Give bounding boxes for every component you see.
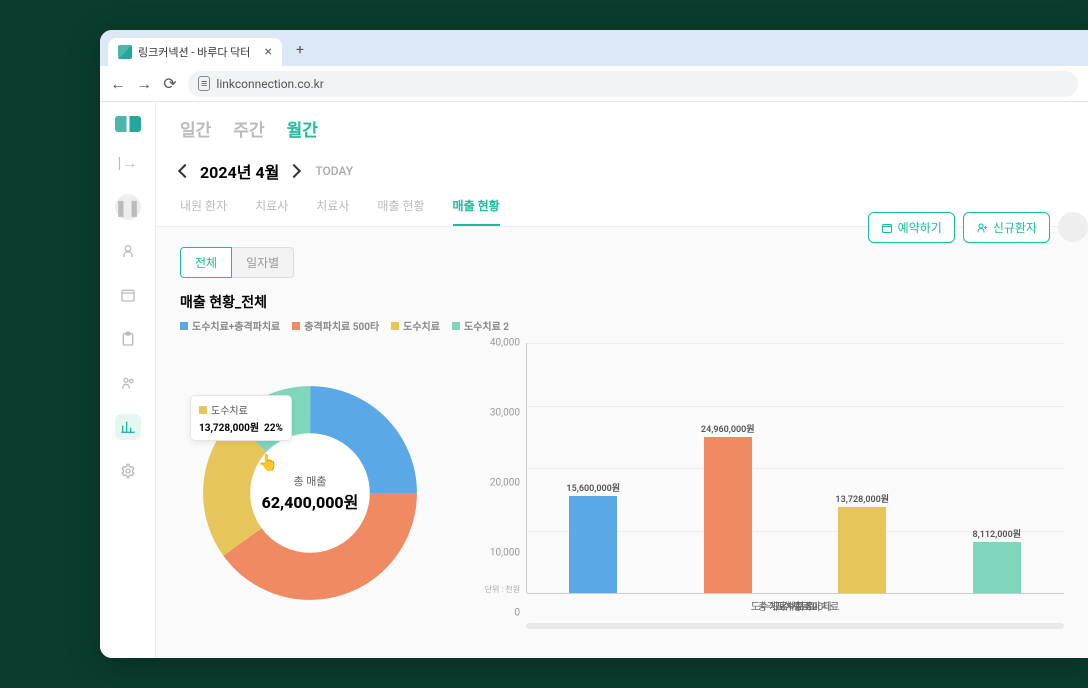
close-icon[interactable]: ×: [264, 44, 271, 60]
sidebar-item-analytics[interactable]: [115, 414, 141, 440]
subtab-therapist2[interactable]: 치료사: [316, 197, 349, 226]
browser-tab[interactable]: 링크커넥션 - 바루다 닥터 ×: [108, 38, 282, 66]
pointer-cursor-icon: 👆: [258, 453, 278, 472]
forward-icon[interactable]: →: [136, 76, 152, 92]
url-text: linkconnection.co.kr: [216, 77, 323, 91]
x-tick: 도수치료 2: [735, 598, 855, 613]
browser-addressbar: ← → ⟳ ≡ linkconnection.co.kr: [100, 66, 1088, 102]
period-tab-monthly[interactable]: 월간: [287, 116, 318, 141]
y-tick: 0: [470, 608, 520, 619]
view-pill-tabs: 전체 일자별: [180, 247, 1064, 278]
legend-item: 충격파치료 500타: [292, 318, 379, 333]
sidebar: |→ ❚❚: [100, 102, 156, 658]
chevron-left-icon[interactable]: [178, 164, 192, 178]
sidebar-item-patients[interactable]: [115, 238, 141, 264]
chevron-right-icon[interactable]: [287, 164, 301, 178]
current-period-label: 2024년 4월: [200, 159, 279, 183]
collapse-icon[interactable]: |→: [115, 150, 141, 176]
app-logo[interactable]: [115, 116, 141, 132]
sidebar-item-pause[interactable]: ❚❚: [115, 194, 141, 220]
user-plus-icon: [976, 222, 988, 234]
bar-item[interactable]: 13,728,000원: [802, 492, 922, 593]
donut-center: 총 매출 62,400,000원: [180, 473, 440, 513]
content-area: 전체 일자별 매출 현황_전체 도수치료+충격파치료 충격파치료 500타 도수…: [156, 227, 1088, 643]
bar-rect: [973, 542, 1021, 593]
tab-title: 링크커넥션 - 바루다 닥터: [138, 44, 250, 60]
site-info-icon[interactable]: ≡: [198, 76, 210, 91]
section-title: 매출 현황_전체: [180, 292, 1064, 312]
bar-chart[interactable]: 40,000 30,000 20,000 10,000 0 단위 : 천원: [470, 343, 1064, 623]
browser-window: 링크커넥션 - 바루다 닥터 × + ← → ⟳ ≡ linkconnectio…: [100, 30, 1088, 658]
bar-rect: [704, 437, 752, 593]
subtab-therapist1[interactable]: 치료사: [255, 197, 288, 226]
bar-rect: [569, 496, 617, 593]
legend-item: 도수치료 2: [452, 318, 509, 333]
today-link[interactable]: TODAY: [315, 164, 353, 178]
sidebar-item-clipboard[interactable]: [115, 326, 141, 352]
subtab-revenue1[interactable]: 매출 현황: [377, 197, 424, 226]
period-tab-weekly[interactable]: 주간: [233, 116, 264, 141]
unit-label: 단위 : 천원: [470, 584, 520, 595]
legend-item: 도수치료+충격파치료: [180, 318, 280, 333]
charts-row: 도수치료 13,728,000원 22% 총 매출 62,400,000원 👆 …: [180, 343, 1064, 623]
sidebar-item-settings[interactable]: [115, 458, 141, 484]
bars-container: 15,600,000원 24,960,000원 13,728,000원: [526, 343, 1064, 593]
pill-all[interactable]: 전체: [180, 247, 232, 278]
url-input[interactable]: ≡ linkconnection.co.kr: [188, 71, 1078, 97]
date-selector: 2024년 4월 TODAY: [180, 159, 1064, 183]
reload-icon[interactable]: ⟳: [162, 76, 178, 92]
avatar[interactable]: [1058, 212, 1088, 242]
bar-item[interactable]: 24,960,000원: [668, 422, 788, 593]
favicon-icon: [118, 45, 132, 59]
new-patient-button[interactable]: 신규환자: [963, 212, 1050, 243]
chart-legend: 도수치료+충격파치료 충격파치료 500타 도수치료 도수치료 2: [180, 318, 1064, 333]
period-tabs: 일간 주간 월간: [180, 116, 1064, 141]
browser-tabbar: 링크커넥션 - 바루다 닥터 × +: [100, 30, 1088, 66]
donut-tooltip: 도수치료 13,728,000원 22%: [190, 395, 292, 441]
horizontal-scrollbar[interactable]: [526, 623, 1064, 629]
sidebar-item-calendar[interactable]: [115, 282, 141, 308]
topbar: 일간 주간 월간 2024년 4월 TODAY 내원 환자 치료사 치료사 매출…: [156, 102, 1088, 227]
bar-rect: [838, 507, 886, 593]
header-actions: 예약하기 신규환자: [868, 212, 1088, 243]
legend-item: 도수치료: [391, 318, 440, 333]
main-content: 일간 주간 월간 2024년 4월 TODAY 내원 환자 치료사 치료사 매출…: [156, 102, 1088, 658]
pill-bydate[interactable]: 일자별: [232, 247, 294, 278]
y-tick: 30,000: [470, 408, 520, 419]
back-icon[interactable]: ←: [110, 76, 126, 92]
y-tick: 40,000: [470, 338, 520, 349]
reserve-button[interactable]: 예약하기: [868, 212, 955, 243]
sidebar-item-users[interactable]: [115, 370, 141, 396]
y-tick: 10,000: [470, 548, 520, 559]
y-tick: 20,000: [470, 478, 520, 489]
app-shell: |→ ❚❚ 일간 주간 월간 2024년 4월 TODAY: [100, 102, 1088, 658]
new-tab-button[interactable]: +: [288, 38, 312, 62]
period-tab-daily[interactable]: 일간: [180, 116, 211, 141]
calendar-icon: [881, 222, 893, 234]
subtab-visiting[interactable]: 내원 환자: [180, 197, 227, 226]
donut-chart[interactable]: 도수치료 13,728,000원 22% 총 매출 62,400,000원 👆: [180, 343, 440, 623]
subtab-revenue2[interactable]: 매출 현황: [453, 197, 500, 226]
bar-item[interactable]: 15,600,000원: [533, 481, 653, 593]
bar-item[interactable]: 8,112,000원: [937, 527, 1057, 593]
